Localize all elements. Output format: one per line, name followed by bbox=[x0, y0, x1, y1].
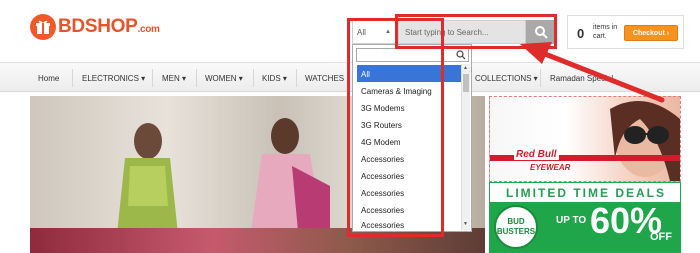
redbull-eyewear-ad[interactable]: Red Bull racing EYEWEAR bbox=[489, 96, 681, 182]
nav-divider bbox=[253, 69, 254, 87]
nav-item-women[interactable]: WOMEN ▾ bbox=[205, 63, 243, 93]
nav-divider bbox=[72, 69, 73, 87]
search-icon bbox=[456, 50, 466, 60]
model-with-sunglasses-image bbox=[610, 101, 680, 181]
scroll-up-icon[interactable]: ▲ bbox=[463, 65, 468, 71]
nav-divider bbox=[152, 69, 153, 87]
cart-count: 0 bbox=[577, 26, 585, 41]
highlight-box-category-list bbox=[347, 18, 444, 237]
gift-icon bbox=[30, 14, 56, 40]
nav-divider bbox=[196, 69, 197, 87]
deals-upto: UP TO bbox=[556, 215, 587, 226]
scrollbar-thumb[interactable] bbox=[463, 74, 469, 92]
nav-item-men[interactable]: MEN ▾ bbox=[162, 63, 186, 93]
nav-item-electronics[interactable]: ELECTRONICS ▾ bbox=[82, 63, 145, 93]
nav-divider bbox=[296, 69, 297, 87]
nav-item-ramadan-special[interactable]: Ramadan Special bbox=[550, 63, 613, 93]
nav-item-collections[interactable]: COLLECTIONS ▾ bbox=[475, 63, 538, 93]
nav-item-watches[interactable]: WATCHES bbox=[305, 63, 344, 93]
highlight-box-search bbox=[395, 14, 557, 49]
cart-label: items in cart. bbox=[593, 24, 618, 40]
nav-divider bbox=[540, 69, 541, 87]
mini-cart[interactable]: 0 items in cart. Checkout › bbox=[567, 15, 684, 49]
logo-text: BDSHOP.com bbox=[58, 16, 160, 37]
redbull-title: Red Bull bbox=[514, 149, 559, 160]
deals-off: OFF bbox=[650, 231, 672, 243]
deals-title: LIMITED TIME DEALS bbox=[506, 186, 666, 200]
nav-item-kids[interactable]: KIDS ▾ bbox=[262, 63, 287, 93]
scroll-down-icon[interactable]: ▼ bbox=[463, 221, 468, 227]
dropdown-scrollbar[interactable]: ▲ ▼ bbox=[461, 64, 470, 230]
limited-deals-ad[interactable]: LIMITED TIME DEALS BUD BUSTERS UP TO 60%… bbox=[489, 182, 681, 253]
redbull-subtitle: EYEWEAR bbox=[530, 163, 571, 172]
site-logo[interactable]: BDSHOP.com bbox=[30, 14, 160, 40]
nav-item-home[interactable]: Home bbox=[38, 63, 59, 93]
bud-busters-badge: BUD BUSTERS bbox=[494, 205, 538, 249]
checkout-button[interactable]: Checkout › bbox=[624, 25, 678, 41]
